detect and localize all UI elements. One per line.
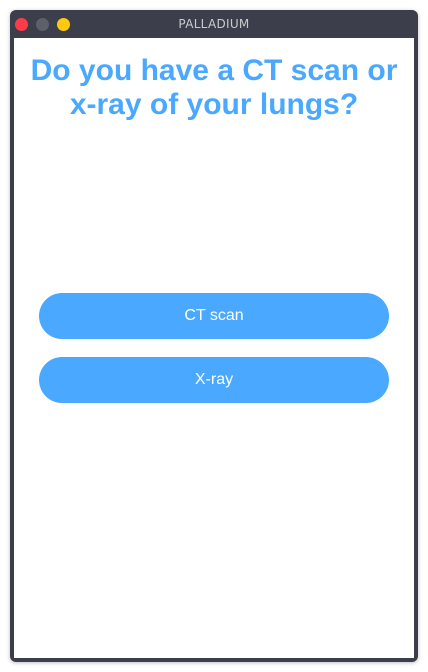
window-title: PALLADIUM: [178, 17, 250, 31]
content-area: Do you have a CT scan or x-ray of your l…: [14, 38, 414, 658]
x-ray-button[interactable]: X-ray: [39, 357, 389, 403]
title-bar[interactable]: PALLADIUM: [10, 10, 418, 38]
question-heading: Do you have a CT scan or x-ray of your l…: [30, 54, 398, 121]
app-window: PALLADIUM Do you have a CT scan or x-ray…: [10, 10, 418, 662]
ct-scan-button[interactable]: CT scan: [39, 293, 389, 339]
